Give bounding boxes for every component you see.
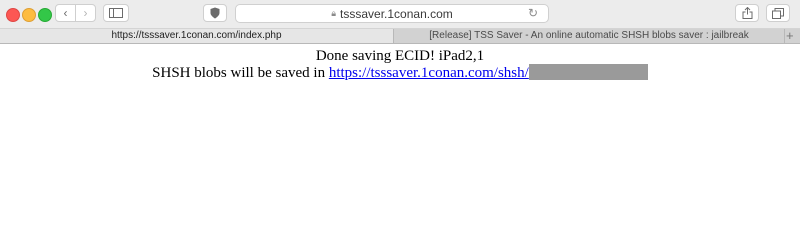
- lock-icon: 🔒︎: [331, 8, 337, 18]
- tab-label: [Release] TSS Saver - An online automati…: [429, 30, 749, 41]
- forward-button[interactable]: ›: [75, 4, 96, 22]
- share-button[interactable]: [735, 4, 759, 22]
- show-tabs-button[interactable]: [766, 4, 790, 22]
- forward-icon: ›: [83, 6, 88, 20]
- saved-location-line: SHSH blobs will be saved in https://tsss…: [0, 64, 800, 82]
- tab-bar: https://tsssaver.1conan.com/index.php [R…: [0, 28, 800, 44]
- back-button[interactable]: ‹: [55, 4, 76, 22]
- tabs-icon: [772, 7, 784, 19]
- browser-toolbar: ‹ › 🔒︎ tsssaver.1conan.com ↻: [0, 0, 800, 29]
- zoom-icon[interactable]: [38, 8, 52, 22]
- privacy-button[interactable]: [203, 4, 227, 22]
- tab-label: https://tsssaver.1conan.com/index.php: [111, 30, 282, 41]
- tab-index[interactable]: https://tsssaver.1conan.com/index.php: [0, 29, 394, 43]
- back-icon: ‹: [63, 6, 68, 20]
- share-icon: [742, 7, 752, 19]
- tab-reddit-release[interactable]: [Release] TSS Saver - An online automati…: [394, 29, 785, 43]
- status-message: Done saving ECID! iPad2,1: [315, 48, 485, 64]
- close-icon[interactable]: [6, 8, 20, 22]
- plus-icon[interactable]: +: [786, 28, 794, 43]
- sidebar-icon: [109, 8, 123, 18]
- reload-icon[interactable]: ↻: [528, 6, 538, 20]
- redacted-ecid: [528, 64, 648, 80]
- sidebar-button[interactable]: [103, 4, 129, 22]
- address-host: tsssaver.1conan.com: [340, 6, 453, 21]
- address-bar[interactable]: 🔒︎ tsssaver.1conan.com ↻: [235, 4, 549, 23]
- shsh-link[interactable]: https://tsssaver.1conan.com/shsh/: [329, 65, 529, 81]
- shield-icon: [210, 7, 220, 19]
- minimize-icon[interactable]: [22, 8, 36, 22]
- saved-prefix: SHSH blobs will be saved in: [152, 65, 329, 81]
